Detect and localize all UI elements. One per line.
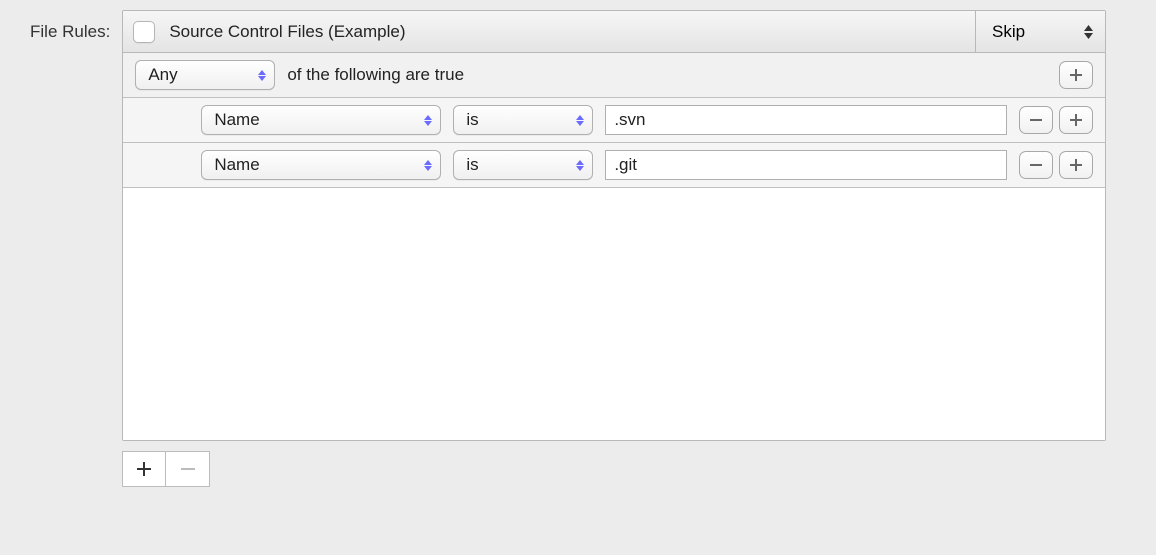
remove-condition-button[interactable] [1019,106,1053,134]
file-rules-label: File Rules: [30,10,110,42]
value-input[interactable] [605,150,1007,180]
attribute-select[interactable]: Name [201,150,441,180]
rule-title: Source Control Files (Example) [169,22,405,42]
updown-icon [1084,25,1093,39]
rule-action-label: Skip [992,22,1025,42]
enable-rule-checkbox[interactable] [133,21,155,43]
operator-label: is [466,110,478,130]
group-suffix-text: of the following are true [287,65,1047,85]
operator-select[interactable]: is [453,105,593,135]
add-rule-button[interactable] [122,451,166,487]
value-input[interactable] [605,105,1007,135]
condition-row: Name is [123,98,1105,143]
stepper-icon [576,115,584,126]
condition-group-row: Any of the following are true [123,53,1105,98]
attribute-label: Name [214,155,259,175]
operator-select[interactable]: is [453,150,593,180]
remove-rule-button[interactable] [166,451,210,487]
add-condition-button[interactable] [1059,151,1093,179]
remove-condition-button[interactable] [1019,151,1053,179]
stepper-icon [424,115,432,126]
rule-action-select[interactable]: Skip [975,11,1105,52]
add-condition-button[interactable] [1059,106,1093,134]
condition-row: Name is [123,143,1105,188]
attribute-label: Name [214,110,259,130]
stepper-icon [258,70,266,81]
rule-header: Source Control Files (Example) Skip [123,11,1105,53]
stepper-icon [424,160,432,171]
match-mode-select[interactable]: Any [135,60,275,90]
rules-panel: Source Control Files (Example) Skip Any [122,10,1106,441]
footer-buttons [122,451,1106,487]
stepper-icon [576,160,584,171]
attribute-select[interactable]: Name [201,105,441,135]
empty-area [123,188,1105,440]
match-mode-label: Any [148,65,177,85]
operator-label: is [466,155,478,175]
add-condition-button[interactable] [1059,61,1093,89]
